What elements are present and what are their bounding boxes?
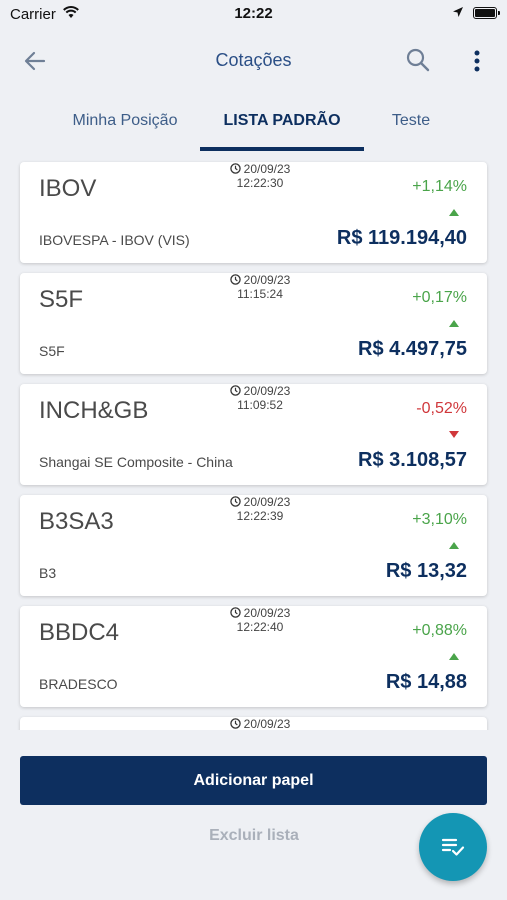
quote-list[interactable]: 20/09/23 12:22:30 IBOV +1,14% IBOVESPA - … <box>0 152 507 730</box>
quote-date: 20/09/23 <box>243 495 291 509</box>
quote-name: Shangai SE Composite - China <box>39 454 233 470</box>
clock-icon <box>229 496 241 507</box>
quote-name: B3 <box>39 565 57 581</box>
quote-date: 20/09/23 <box>243 384 291 398</box>
playlist-check-fab[interactable] <box>419 813 487 881</box>
tab-lista-padrao[interactable]: LISTA PADRÃO <box>200 112 364 130</box>
quote-name: IBOVESPA - IBOV (VIS) <box>39 232 190 248</box>
clock-icon <box>229 274 241 285</box>
quote-time: 12:22:30 <box>236 176 284 190</box>
quote-date: 20/09/23 <box>243 606 291 620</box>
timestamp: 20/09/23 11:15:24 <box>215 273 305 301</box>
location-icon <box>453 7 463 17</box>
quote-card[interactable]: 20/09/23 12:22:30 IBOV +1,14% IBOVESPA - … <box>20 162 487 263</box>
clock-icon <box>229 163 241 174</box>
tab-minha-posicao[interactable]: Minha Posição <box>58 112 192 130</box>
timestamp: 20/09/23 12:22:39 <box>215 495 305 523</box>
quote-ticker: BBDC4 <box>39 619 120 646</box>
timestamp: 20/09/23 11:09:52 <box>215 384 305 412</box>
quote-card-partial[interactable]: 20/09/23 <box>20 717 487 730</box>
status-bar: Carrier 12:22 <box>0 0 507 28</box>
quote-ticker: S5F <box>39 286 84 313</box>
quote-price: R$ 3.108,57 <box>358 449 467 471</box>
quote-price: R$ 119.194,40 <box>336 227 467 249</box>
trend-up-icon <box>449 653 459 660</box>
quote-date: 20/09/23 <box>243 162 291 176</box>
trend-up-icon <box>449 209 459 216</box>
active-tab-indicator <box>200 147 364 151</box>
tab-teste[interactable]: Teste <box>376 112 446 130</box>
quote-time: 12:22:39 <box>236 509 284 523</box>
timestamp: 20/09/23 12:22:40 <box>215 606 305 634</box>
quote-price: R$ 13,32 <box>385 560 467 582</box>
clock-icon <box>229 607 241 618</box>
quote-price: R$ 4.497,75 <box>358 338 467 360</box>
tab-bar: Minha Posição LISTA PADRÃO Teste <box>0 100 507 152</box>
quote-ticker: INCH&GB <box>39 397 149 424</box>
quote-change: +1,14% <box>412 178 467 195</box>
delete-list-button[interactable]: Excluir lista <box>154 827 354 845</box>
add-ticker-button[interactable]: Adicionar papel <box>20 756 487 805</box>
quote-change: +3,10% <box>412 511 467 528</box>
quote-price: R$ 14,88 <box>385 671 467 693</box>
clock-icon <box>229 718 241 729</box>
quote-card[interactable]: 20/09/23 12:22:40 BBDC4 +0,88% BRADESCO R… <box>20 606 487 707</box>
quote-ticker: IBOV <box>39 175 97 202</box>
clock-icon <box>229 385 241 396</box>
quote-ticker: B3SA3 <box>39 508 114 535</box>
quote-card[interactable]: 20/09/23 11:09:52 INCH&GB -0,52% Shangai … <box>20 384 487 485</box>
status-time: 12:22 <box>234 5 273 22</box>
quote-date: 20/09/23 <box>243 273 291 287</box>
trend-up-icon <box>449 542 459 549</box>
quote-change: +0,88% <box>412 622 467 639</box>
trend-down-icon <box>449 431 459 438</box>
quote-change: +0,17% <box>412 289 467 306</box>
quote-name: S5F <box>39 343 65 359</box>
quote-time: 12:22:40 <box>236 620 284 634</box>
quote-time: 11:09:52 <box>237 398 283 412</box>
trend-up-icon <box>449 320 459 327</box>
quote-change: -0,52% <box>416 400 467 417</box>
quote-date: 20/09/23 <box>243 717 291 730</box>
battery-icon <box>473 7 500 19</box>
timestamp: 20/09/23 12:22:30 <box>215 162 305 190</box>
quote-card[interactable]: 20/09/23 11:15:24 S5F +0,17% S5F R$ 4.497… <box>20 273 487 374</box>
timestamp: 20/09/23 <box>215 717 305 730</box>
search-icon[interactable] <box>404 46 432 74</box>
app-header: Cotações <box>0 38 507 84</box>
more-vertical-icon[interactable] <box>467 46 487 76</box>
playlist-check-icon <box>441 838 465 856</box>
quote-card[interactable]: 20/09/23 12:22:39 B3SA3 +3,10% B3 R$ 13,3… <box>20 495 487 596</box>
quote-time: 11:15:24 <box>237 287 283 301</box>
quote-name: BRADESCO <box>39 676 118 692</box>
